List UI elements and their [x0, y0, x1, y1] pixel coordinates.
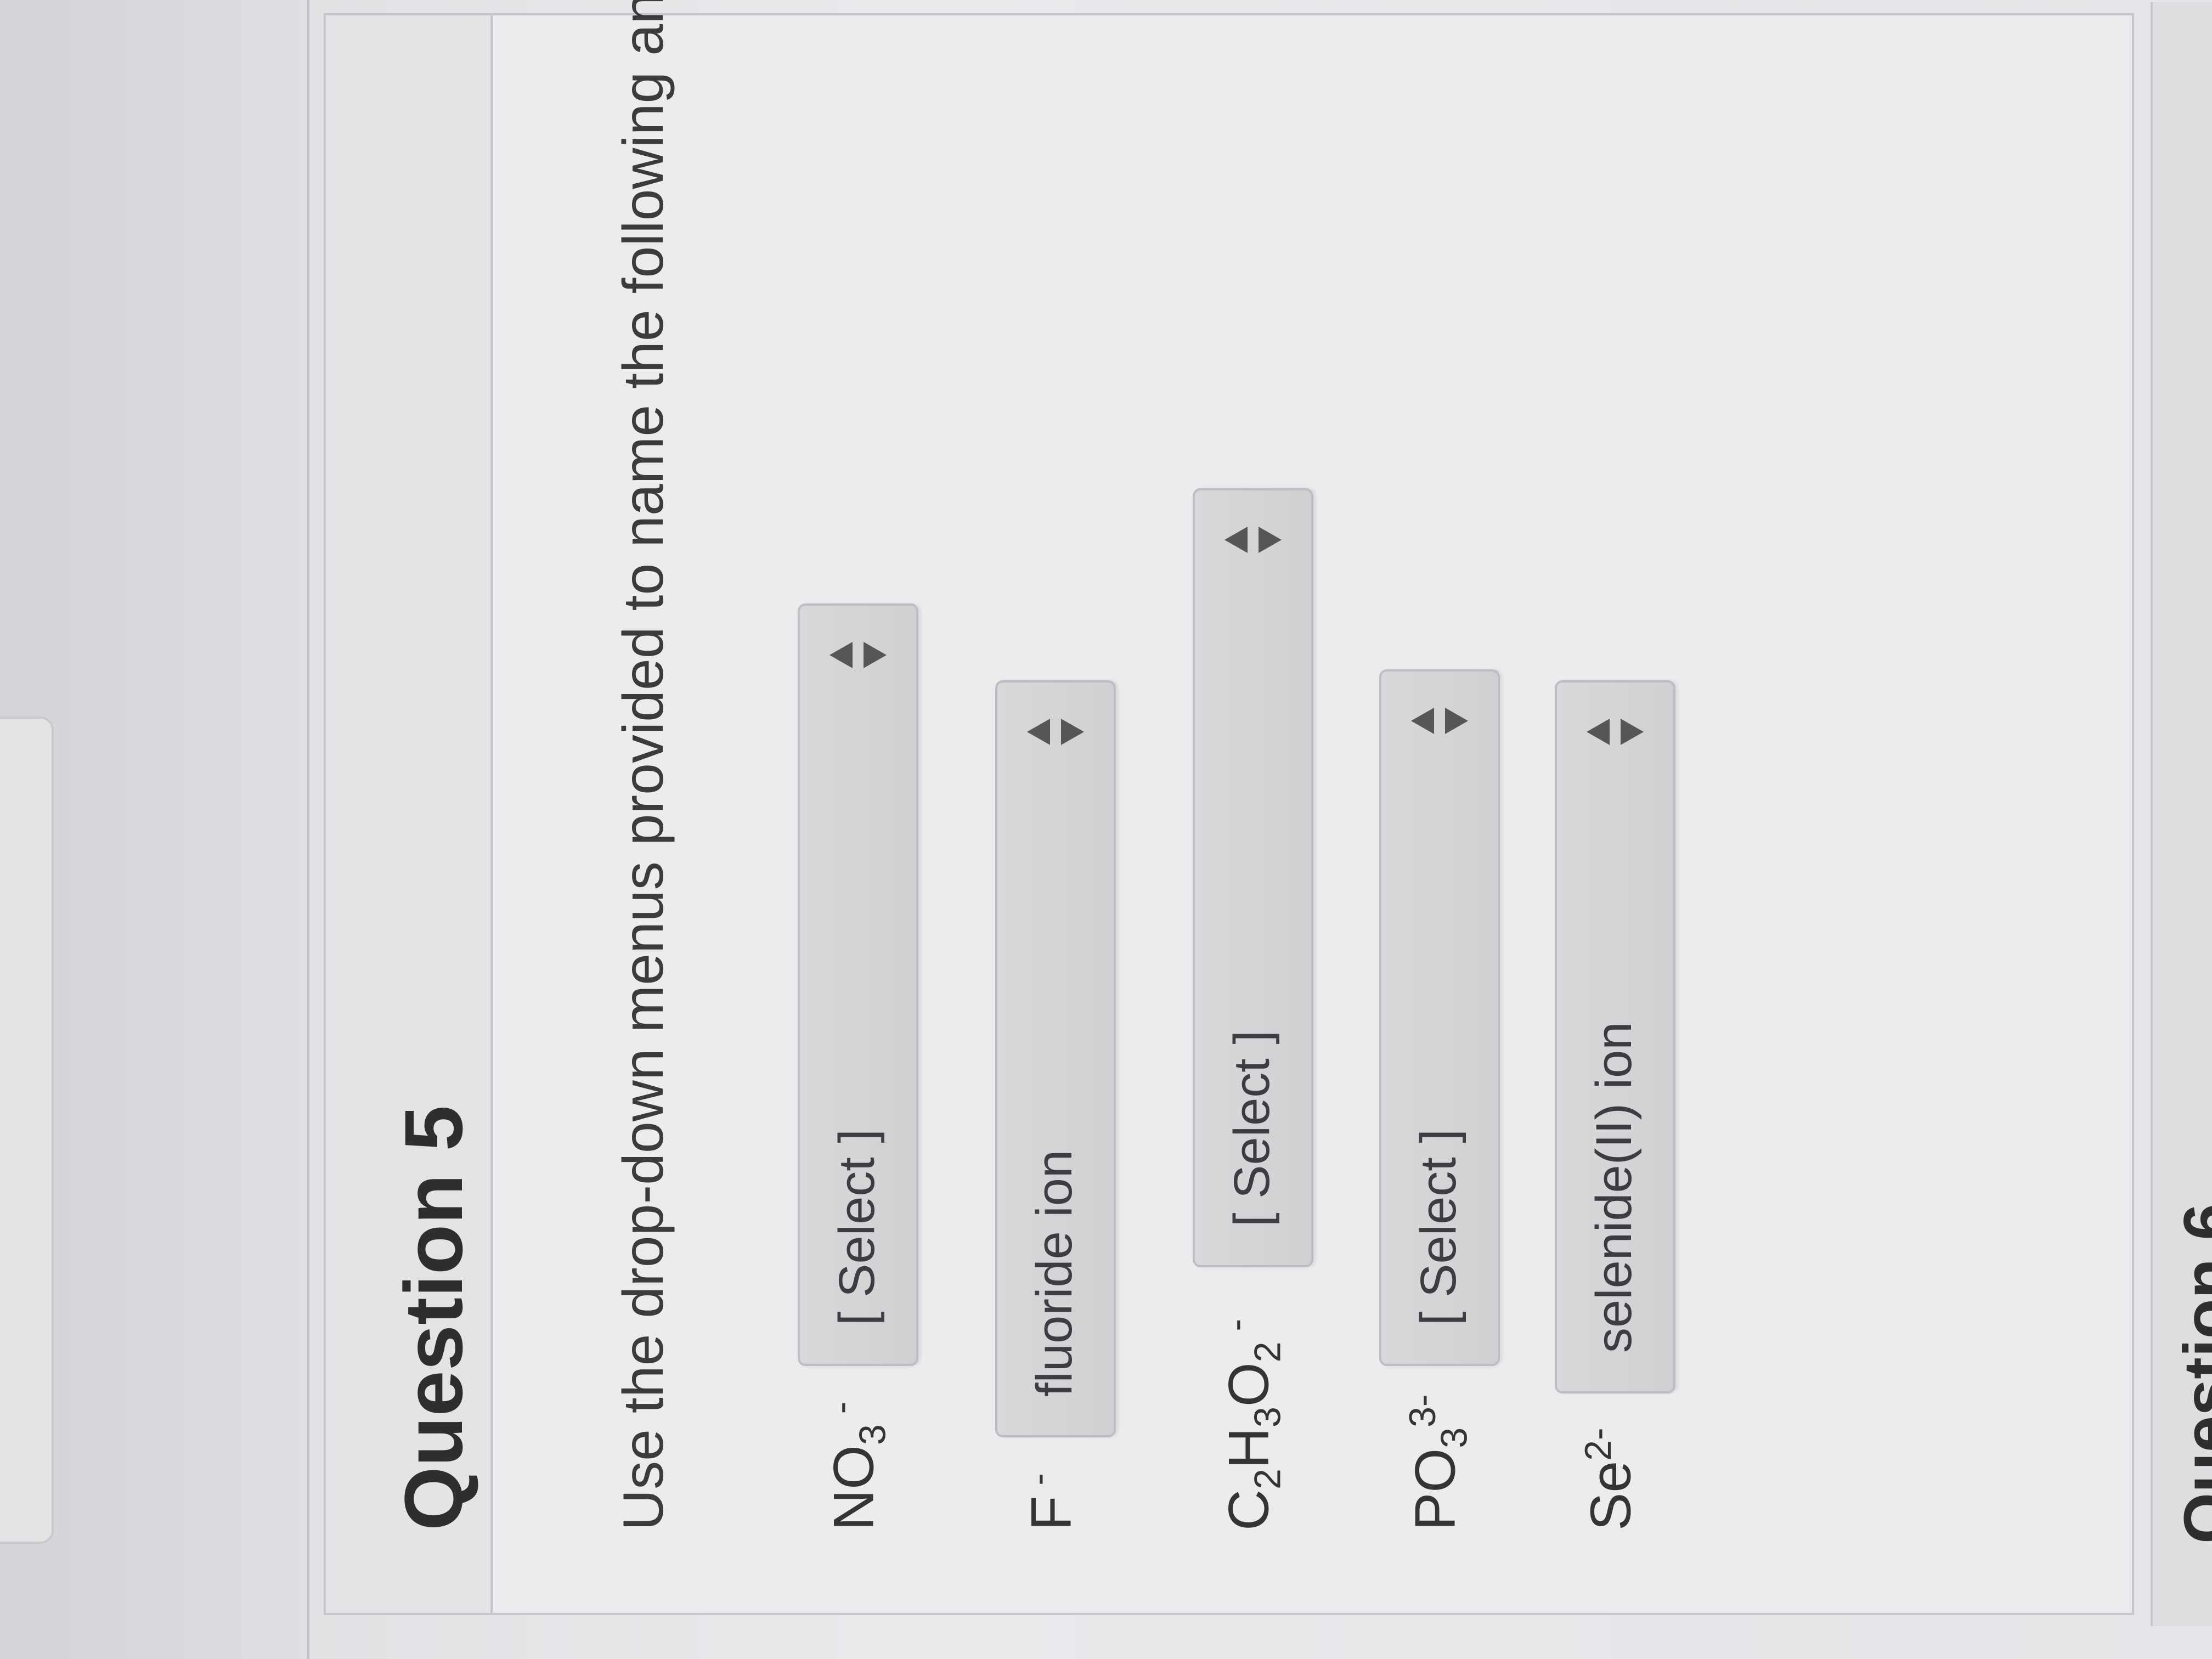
rail-card: [0, 716, 54, 1544]
up-down-arrows-icon: [1027, 719, 1084, 745]
next-question-header: Question 6: [2151, 2, 2212, 1626]
select-value: [ Select ]: [1410, 1129, 1466, 1325]
select-value: [ Select ]: [829, 1129, 885, 1325]
anion-select-3[interactable]: [ Select ]: [1193, 488, 1313, 1267]
formula-label: C2H3O2 -: [1215, 1318, 1289, 1531]
up-down-arrows-icon: [1587, 719, 1644, 745]
up-down-arrows-icon: [830, 642, 887, 668]
select-value: [ Select ]: [1224, 1030, 1280, 1227]
up-down-arrows-icon: [1224, 527, 1282, 553]
anion-select-4[interactable]: [ Select ]: [1379, 669, 1500, 1366]
question-instructions: Use the drop-down menus provided to name…: [612, 0, 675, 1531]
left-rail: [0, 0, 309, 1659]
next-question-title: Question 6: [2170, 1204, 2212, 1544]
formula-label: PO33-: [1402, 1394, 1475, 1531]
select-value: fluoride ion: [1026, 1149, 1082, 1397]
photo-stage: Question 5 Use the drop-down menus provi…: [0, 0, 2212, 1659]
question-title: Question 5: [387, 1105, 479, 1531]
formula-label: Se2-: [1577, 1427, 1643, 1531]
select-value: selenide(II) ion: [1586, 1022, 1642, 1353]
formula-label: F -: [1018, 1472, 1084, 1531]
quiz-page: Question 5 Use the drop-down menus provi…: [0, 0, 2212, 1659]
anion-select-2[interactable]: fluoride ion: [995, 680, 1116, 1437]
question-card: Question 5 Use the drop-down menus provi…: [324, 0, 2134, 1615]
up-down-arrows-icon: [1411, 708, 1468, 734]
anion-select-1[interactable]: [ Select ]: [798, 603, 918, 1366]
question-header: Question 5: [326, 15, 493, 1613]
formula-label: NO3 -: [820, 1401, 894, 1531]
anion-select-5[interactable]: selenide(II) ion: [1555, 680, 1675, 1393]
